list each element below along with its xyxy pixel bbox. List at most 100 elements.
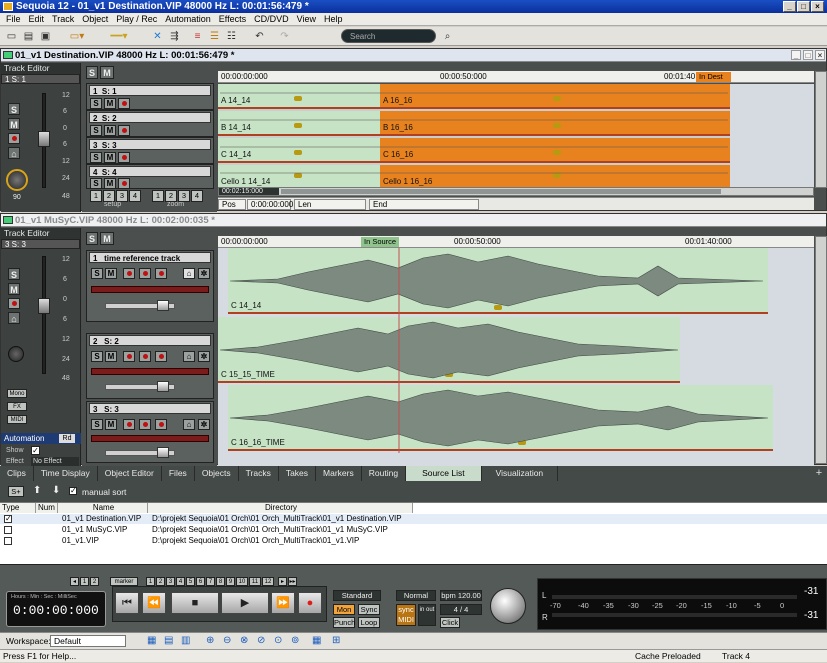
edit-tool-2-icon[interactable]: ☰ bbox=[207, 29, 222, 44]
marker-set-7[interactable]: 7 bbox=[206, 577, 215, 586]
marker-prev-button[interactable]: ◂ bbox=[70, 577, 79, 586]
lock-icon[interactable]: ⌂ bbox=[8, 312, 20, 324]
grid-icon[interactable]: ▦ bbox=[312, 635, 321, 646]
workspace-tool-2-icon[interactable]: ▤ bbox=[164, 635, 173, 646]
minimize-button[interactable]: _ bbox=[783, 1, 796, 12]
zoom-out-icon[interactable]: ⊖ bbox=[223, 635, 231, 646]
marker-set-4[interactable]: 4 bbox=[176, 577, 185, 586]
win1-maximize-button[interactable]: □ bbox=[803, 50, 813, 60]
menu-file[interactable]: File bbox=[2, 14, 25, 24]
record-button[interactable]: ● bbox=[298, 592, 322, 614]
timeline-ruler-2[interactable]: 00:00:00:000 00:00:50:000 00:01:40:000 I… bbox=[218, 236, 814, 248]
col-directory[interactable]: Directory bbox=[148, 503, 413, 513]
menu-track[interactable]: Track bbox=[48, 14, 78, 24]
track-selector[interactable]: 3 S: 3 bbox=[1, 239, 80, 249]
fast-forward-button[interactable]: ⏩ bbox=[271, 592, 295, 614]
global-solo-button[interactable]: S bbox=[86, 66, 98, 79]
punch-button[interactable]: Punch bbox=[333, 617, 355, 628]
redo-icon[interactable]: ↷ bbox=[277, 29, 292, 44]
lock-icon[interactable]: ⌂ bbox=[183, 268, 195, 279]
track2-header-3[interactable]: 3 S: 3 SM ⌂ ✲ bbox=[86, 401, 214, 463]
global2-solo-button[interactable]: S bbox=[86, 232, 98, 245]
fx-button[interactable]: FX bbox=[7, 402, 27, 411]
tab-visualization[interactable]: Visualization bbox=[482, 466, 559, 481]
zoom-fit-icon[interactable]: ⊗ bbox=[240, 635, 248, 646]
col-num[interactable]: Num bbox=[36, 503, 58, 513]
marker-next-button[interactable]: ▸ bbox=[278, 577, 287, 586]
tab-routing[interactable]: Routing bbox=[362, 466, 407, 481]
menu-cd-dvd[interactable]: CD/DVD bbox=[250, 14, 293, 24]
new-file-icon[interactable]: ▭ bbox=[4, 29, 19, 44]
menu-effects[interactable]: Effects bbox=[215, 14, 250, 24]
undo-icon[interactable]: ↶ bbox=[252, 29, 267, 44]
win1-minimize-button[interactable]: _ bbox=[791, 50, 801, 60]
editor-fader-knob[interactable] bbox=[38, 131, 50, 147]
manual-sort-checkbox[interactable]: ✓ bbox=[69, 487, 77, 495]
row-checkbox[interactable] bbox=[4, 526, 12, 534]
end-field[interactable]: End bbox=[369, 199, 479, 210]
move-down-icon[interactable]: ⬇ bbox=[52, 485, 60, 496]
mono-button[interactable]: Mono bbox=[7, 389, 27, 398]
workspace-select[interactable]: Default bbox=[50, 635, 126, 647]
marker-set-1[interactable]: 1 bbox=[146, 577, 155, 586]
setup-4-button[interactable]: 4 bbox=[129, 190, 141, 202]
track-header-2[interactable]: 2 S: 2 SM bbox=[86, 110, 214, 137]
zoom-1-button[interactable]: 1 bbox=[152, 190, 164, 202]
lock-icon[interactable]: ⌂ bbox=[183, 351, 195, 362]
table-row[interactable]: 01_v1.VIP D:\projekt Sequoia\01 Orch\01 … bbox=[0, 536, 827, 546]
len-field[interactable]: Len bbox=[294, 199, 366, 210]
marker-2-button[interactable]: 2 bbox=[90, 577, 99, 586]
menu-automation[interactable]: Automation bbox=[161, 14, 215, 24]
split-icon[interactable]: ⇶ bbox=[167, 29, 182, 44]
rewind-button[interactable]: ⏪ bbox=[142, 592, 166, 614]
marker-set-3[interactable]: 3 bbox=[166, 577, 175, 586]
marker-set-6[interactable]: 6 bbox=[196, 577, 205, 586]
track2-header-2[interactable]: 2 S: 2 SM ⌂ ✲ bbox=[86, 333, 214, 399]
marker-1-button[interactable]: 1 bbox=[80, 577, 89, 586]
standard-select[interactable]: Standard bbox=[333, 590, 381, 601]
normal-select[interactable]: Normal bbox=[396, 590, 436, 601]
search-icon[interactable]: ⌕ bbox=[440, 29, 455, 44]
musyc-vscroll[interactable] bbox=[815, 236, 827, 464]
setup-1-button[interactable]: 1 bbox=[90, 190, 102, 202]
tab-takes[interactable]: Takes bbox=[279, 466, 317, 481]
in-dest-marker[interactable]: In Dest bbox=[696, 72, 731, 82]
edit-tool-1-icon[interactable]: ≡ bbox=[190, 29, 205, 44]
track-header-1[interactable]: 1 S: 1 SM bbox=[86, 83, 214, 110]
in-source-marker[interactable]: In Source bbox=[361, 237, 399, 247]
editor-record-button[interactable] bbox=[8, 133, 20, 144]
zoom-track-icon[interactable]: ⊘ bbox=[257, 635, 265, 646]
edit-tool-3-icon[interactable]: ☷ bbox=[224, 29, 239, 44]
search-input[interactable]: Search bbox=[341, 29, 436, 43]
global-mute-button[interactable]: M bbox=[100, 66, 114, 79]
range-tool-icon[interactable]: ━━▾ bbox=[99, 29, 139, 44]
timeline-ruler[interactable]: 00:00:00:000 00:00:50:000 00:01:40 In De… bbox=[218, 71, 814, 83]
tab-objects[interactable]: Objects bbox=[195, 466, 239, 481]
menu-help[interactable]: Help bbox=[320, 14, 347, 24]
lock-icon[interactable]: ⌂ bbox=[8, 147, 20, 159]
global2-mute-button[interactable]: M bbox=[100, 232, 114, 245]
workspace-tool-1-icon[interactable]: ▦ bbox=[147, 635, 156, 646]
add-source-button[interactable]: S+ bbox=[8, 486, 24, 497]
sync-button[interactable]: Sync bbox=[358, 604, 380, 615]
add-tab-button[interactable]: + bbox=[812, 467, 826, 480]
col-name[interactable]: Name bbox=[58, 503, 148, 513]
effect-select[interactable]: No Effect bbox=[31, 457, 79, 466]
tab-markers[interactable]: Markers bbox=[316, 466, 362, 481]
pos-value[interactable]: 0:00:00:000 bbox=[247, 199, 293, 210]
editor-solo-button[interactable]: S bbox=[8, 103, 20, 115]
row-checkbox[interactable]: ✓ bbox=[4, 515, 12, 523]
marker-set-10[interactable]: 10 bbox=[236, 577, 248, 586]
tool-arrow-icon[interactable]: ▭▾ bbox=[62, 29, 92, 44]
click-button[interactable]: Click bbox=[440, 617, 460, 628]
maximize-button[interactable]: □ bbox=[797, 1, 810, 12]
editor2-solo-button[interactable]: S bbox=[8, 268, 20, 280]
pan-knob-2[interactable] bbox=[8, 346, 24, 362]
marker-set-2[interactable]: 2 bbox=[156, 577, 165, 586]
col-type[interactable]: Type bbox=[0, 503, 36, 513]
zoom-all-icon[interactable]: ⊚ bbox=[291, 635, 299, 646]
jog-wheel[interactable] bbox=[490, 588, 526, 624]
pan-knob[interactable] bbox=[6, 169, 28, 191]
marker-last-button[interactable]: ▸▸ bbox=[288, 577, 297, 586]
destination-hscroll[interactable]: 00:02:15:000 bbox=[218, 187, 814, 196]
